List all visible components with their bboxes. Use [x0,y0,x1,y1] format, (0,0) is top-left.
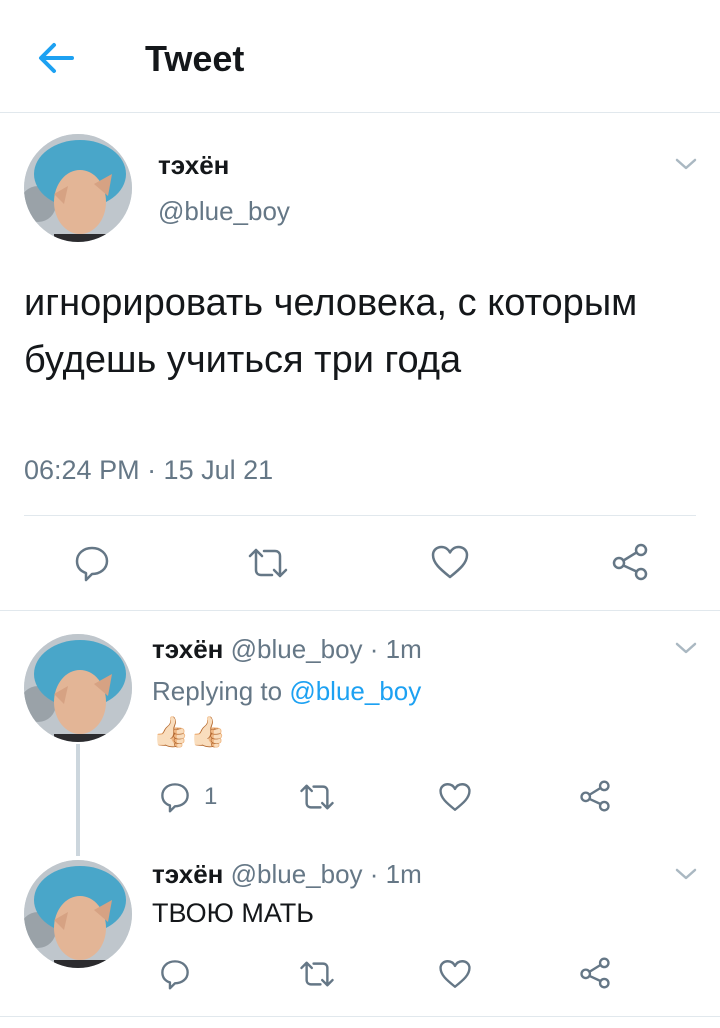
chevron-down-icon [675,868,697,880]
share-icon [612,543,648,581]
reply-author[interactable]: тэхён @blue_boy · 1m [152,634,422,665]
avatar[interactable] [24,634,132,742]
share-icon [580,780,610,812]
more-options-button[interactable] [674,866,698,882]
tweet-text: игнорировать человека, с которым будешь … [24,282,638,381]
reply-count: 1 [204,783,218,810]
more-options-button[interactable] [674,156,698,172]
reply-button[interactable]: 1 [158,781,217,813]
retweet-icon [300,961,334,987]
avatar[interactable] [24,860,132,968]
author-handle-time: @blue_boy · 1m [230,859,422,889]
chevron-down-icon [675,158,697,170]
like-button[interactable] [438,781,472,813]
chevron-down-icon [675,642,697,654]
page-title: Tweet [145,38,245,79]
more-options-button[interactable] [674,640,698,656]
share-icon [580,957,610,989]
divider [0,610,720,611]
author-handle[interactable]: @blue_boy [158,196,290,227]
author-name[interactable]: тэхён [158,150,229,181]
divider [24,515,696,516]
thread-connector [76,744,80,856]
replying-to-link[interactable]: @blue_boy [289,676,421,706]
reply-button[interactable] [72,544,112,582]
like-button[interactable] [430,544,470,580]
retweet-icon [248,548,288,578]
divider [0,1016,720,1017]
share-button[interactable] [578,957,612,989]
replying-prefix: Replying to [152,676,283,706]
share-button[interactable] [578,780,612,812]
reply-emoji: 👍🏻👍🏻 [152,716,227,749]
like-icon [431,545,469,579]
back-button[interactable] [34,38,78,78]
reply-icon [161,783,189,813]
retweet-button[interactable] [298,959,336,989]
retweet-button[interactable] [246,546,290,580]
like-icon [439,783,471,811]
author-handle-time: @blue_boy · 1m [230,634,422,664]
avatar[interactable] [24,134,132,242]
reply-text: ТВОЮ МАТЬ [152,898,314,928]
retweet-icon [300,784,334,810]
like-button[interactable] [438,958,472,990]
reply-icon [75,546,109,582]
author-name[interactable]: тэхён [152,634,223,664]
top-bar: Tweet [0,0,720,113]
like-icon [439,960,471,988]
replying-to: Replying to @blue_boy [152,676,421,707]
author-name[interactable]: тэхён [152,859,223,889]
reply-author[interactable]: тэхён @blue_boy · 1m [152,859,422,890]
arrow-left-icon [39,43,74,73]
reply-button[interactable] [158,958,192,990]
share-button[interactable] [610,543,650,581]
retweet-button[interactable] [298,782,336,812]
tweet-timestamp[interactable]: 06:24 PM · 15 Jul 21 [24,455,273,486]
reply-icon [161,960,189,990]
